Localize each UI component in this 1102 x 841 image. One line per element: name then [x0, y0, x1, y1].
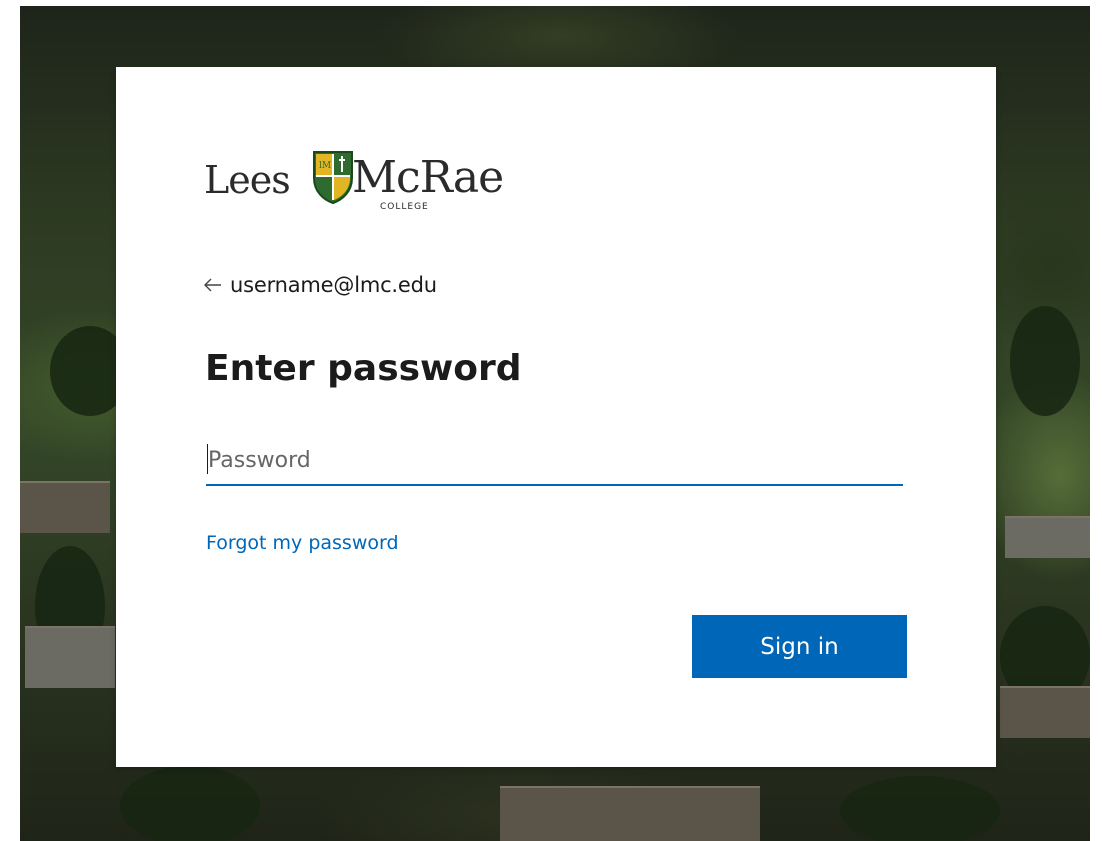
sign-in-button[interactable]: Sign in: [692, 615, 907, 678]
text-caret: [207, 444, 208, 474]
logo-text-mcrae: McRae: [352, 152, 504, 203]
college-logo: Lees lM McRae COLLEGE: [204, 150, 544, 230]
arrow-left-icon: [204, 278, 221, 292]
page-frame: Lees lM McRae COLLEGE username@lmc.edu E…: [0, 0, 1102, 841]
logo-subtext: COLLEGE: [380, 202, 429, 212]
password-input[interactable]: [206, 436, 903, 486]
account-email: username@lmc.edu: [230, 273, 437, 297]
shield-icon: lM: [313, 151, 353, 204]
page-title: Enter password: [205, 348, 522, 389]
svg-text:lM: lM: [319, 161, 331, 171]
back-to-account-button[interactable]: username@lmc.edu: [204, 270, 437, 300]
logo-text-lees: Lees: [204, 158, 291, 202]
forgot-password-link[interactable]: Forgot my password: [206, 532, 399, 554]
